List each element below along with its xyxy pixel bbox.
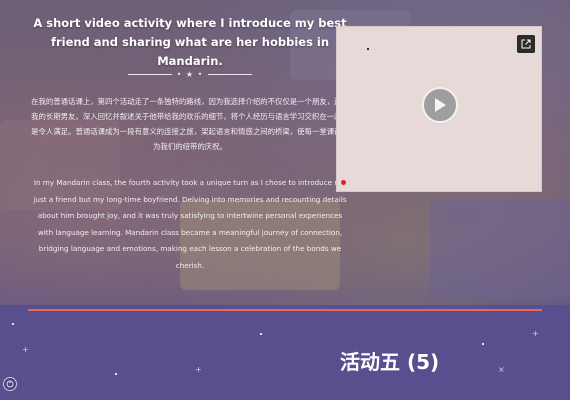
sparkle-dot <box>260 333 262 335</box>
sparkle-icon: + <box>22 345 29 354</box>
sparkle-dot <box>12 323 14 325</box>
section-divider <box>28 309 542 311</box>
sparkle-icon: × <box>498 365 505 374</box>
page-heading: A short video activity where I introduce… <box>33 16 347 68</box>
star-ornament-icon: • ★ • <box>176 69 204 79</box>
video-progress-marker[interactable] <box>341 180 346 185</box>
video-player[interactable] <box>336 26 542 192</box>
chinese-paragraph: 在我的普通话课上，第四个活动走了一条独特的路线，因为我选择介绍的不仅仅是一个朋友… <box>31 97 349 151</box>
sparkle-dot <box>115 373 117 375</box>
play-icon[interactable] <box>422 87 458 123</box>
section-title: 活动五 (5) <box>340 350 440 374</box>
background-foliage <box>430 200 570 300</box>
video-frame-speck <box>367 48 369 50</box>
accessibility-icon[interactable] <box>3 377 17 391</box>
english-paragraph: In my Mandarin class, the fourth activit… <box>33 178 347 270</box>
external-link-icon[interactable] <box>517 35 535 53</box>
activity-section: + + × + <box>0 313 570 400</box>
sparkle-icon: + <box>195 365 202 374</box>
hero-section: A short video activity where I introduce… <box>0 0 570 305</box>
sparkle-icon: + <box>532 329 539 338</box>
ornament-divider: • ★ • <box>128 68 253 80</box>
sparkle-dot <box>482 343 484 345</box>
